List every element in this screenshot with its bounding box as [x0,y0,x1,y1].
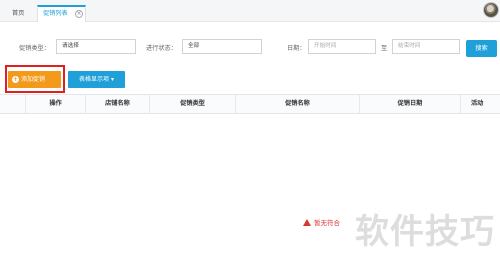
column-header-promo-type[interactable]: 促销类型 [149,95,235,113]
status-label: 进行状态： [146,45,177,52]
column-header-promo-date[interactable]: 促销日期 [359,95,460,113]
column-header-promo-name[interactable]: 促销名称 [235,95,359,113]
avatar[interactable] [483,2,499,18]
close-icon[interactable]: × [75,10,83,18]
column-header-activity[interactable]: 活动 [460,95,500,113]
add-promotion-button[interactable]: + 添加促销 [8,71,61,88]
start-date-input[interactable]: 开始时间 [308,39,376,54]
to-label: 至 [381,45,388,52]
tab-home[interactable]: 首页 [12,5,24,22]
empty-state-message: 暂无符合 [303,217,340,227]
promo-type-label: 促销类型： [19,45,50,52]
empty-state-text: 暂无符合 [314,219,340,227]
table-header: 操作 店铺名称 促销类型 促销名称 促销日期 活动 [0,94,500,114]
plus-circle-icon: + [12,76,19,83]
end-date-input[interactable]: 结束时间 [392,39,460,54]
watermark: 软件技巧 [355,212,495,252]
search-button[interactable]: 搜索 [466,40,497,57]
column-header-actions[interactable]: 操作 [25,95,85,113]
tab-bar: 首页 促销列表 × [0,0,500,22]
filter-bar: 促销类型： 请选择 进行状态： 全部 日期： 开始时间 至 结束时间 搜索 [0,22,500,68]
promo-type-select[interactable]: 请选择 [56,39,136,54]
add-promotion-label: 添加促销 [21,76,46,83]
date-label: 日期： [287,45,306,52]
warning-icon [303,219,311,226]
status-select[interactable]: 全部 [182,39,262,54]
tab-promotion-list[interactable]: 促销列表 × [37,5,86,22]
column-header-checkbox [0,95,25,113]
tab-label: 促销列表 [43,10,68,17]
table-display-items-button[interactable]: 表格显示项 ▾ [68,71,125,88]
column-header-shop-name[interactable]: 店铺名称 [85,95,149,113]
